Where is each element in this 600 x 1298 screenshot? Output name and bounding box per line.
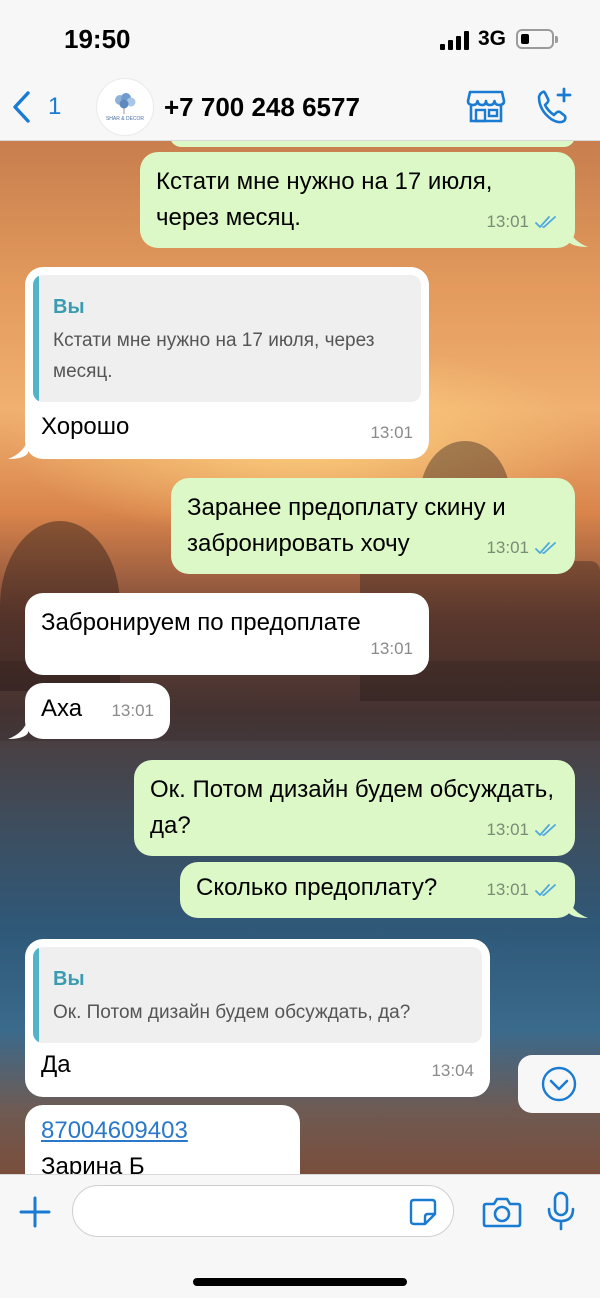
message-text: Забронируем по предоплате xyxy=(41,609,361,636)
store-icon[interactable] xyxy=(466,88,506,124)
chevron-left-icon xyxy=(13,91,30,123)
message-meta: 13:01 xyxy=(486,812,559,848)
double-check-icon xyxy=(535,542,556,554)
message-bubble-outgoing[interactable]: Заранее предоплату скину и забронировать… xyxy=(171,478,575,574)
contact-text: Зарина Б xyxy=(41,1153,145,1174)
message-content: 87004609403 Зарина Б xyxy=(41,1113,284,1174)
message-meta: 13:01 xyxy=(111,693,154,729)
message-time: 13:01 xyxy=(486,880,529,899)
double-check-icon xyxy=(535,216,556,228)
sticker-icon[interactable] xyxy=(408,1197,438,1227)
message-bubble-outgoing[interactable]: Кстати мне нужно на 17 июля, через месяц… xyxy=(140,152,575,248)
quote-bar xyxy=(33,275,39,402)
network-type: 3G xyxy=(478,27,507,50)
status-time: 19:50 xyxy=(64,24,131,54)
contact-name[interactable]: +7 700 248 6577 xyxy=(164,92,360,123)
message-time: 13:01 xyxy=(486,538,529,557)
message-time: 13:04 xyxy=(431,1061,474,1080)
bubble-tail xyxy=(8,439,28,459)
message-bubble-outgoing[interactable]: Сколько предоплату? 13:01 xyxy=(180,862,575,918)
quote-author: Вы xyxy=(53,296,85,318)
scroll-to-bottom-button[interactable] xyxy=(518,1055,600,1113)
avatar[interactable]: SHAR & DECOR xyxy=(96,78,154,136)
back-button[interactable]: 1 xyxy=(10,90,61,124)
plus-icon[interactable] xyxy=(18,1195,52,1229)
unread-count: 1 xyxy=(48,93,62,120)
message-bubble-incoming[interactable]: Забронируем по предоплате 13:01 xyxy=(25,593,429,675)
camera-icon[interactable] xyxy=(482,1195,522,1229)
battery-icon xyxy=(516,29,558,49)
message-bubble-incoming[interactable]: Аха 13:01 xyxy=(25,683,170,739)
bubble-tail xyxy=(8,719,28,739)
message-bubble-incoming[interactable]: Вы Кстати мне нужно на 17 июля, через ме… xyxy=(25,267,429,459)
message-bubble-incoming[interactable]: 87004609403 Зарина Б xyxy=(25,1105,300,1174)
message-time: 13:01 xyxy=(370,639,413,658)
phone-link[interactable]: 87004609403 xyxy=(41,1113,284,1149)
home-indicator xyxy=(193,1278,407,1286)
message-time: 13:01 xyxy=(111,701,154,720)
status-bar: 19:50 3G xyxy=(0,0,600,78)
quoted-message[interactable]: Вы Кстати мне нужно на 17 июля, через ме… xyxy=(33,275,421,402)
quote-author: Вы xyxy=(53,968,85,990)
message-meta: 13:01 xyxy=(370,631,413,667)
message-meta: 13:01 xyxy=(486,872,559,908)
message-time: 13:01 xyxy=(486,212,529,231)
message-meta: 13:04 xyxy=(431,1053,474,1089)
signal-strength-icon xyxy=(440,30,470,50)
message-text: Хорошо xyxy=(41,413,130,440)
bubble-tail xyxy=(568,227,588,247)
avatar-text: SHAR & DECOR xyxy=(105,115,145,122)
message-bubble-outgoing[interactable]: Ок. Потом дизайн будем обсуждать, да? 13… xyxy=(134,760,575,856)
message-meta: 13:01 xyxy=(370,415,413,451)
balloons-logo-icon xyxy=(115,92,136,114)
double-check-icon xyxy=(535,824,556,836)
message-time: 13:01 xyxy=(486,820,529,839)
quote-text: Ок. Потом дизайн будем обсуждать, да? xyxy=(53,1002,411,1023)
message-input[interactable] xyxy=(72,1185,454,1237)
chat-header: 1 SHAR & DECOR +7 700 248 6577 xyxy=(0,78,600,141)
quote-text: Кстати мне нужно на 17 июля, через месяц… xyxy=(53,330,375,382)
message-text: Да xyxy=(41,1051,71,1078)
add-call-icon[interactable] xyxy=(534,86,574,126)
bubble-tail xyxy=(568,898,588,918)
message-meta: 13:01 xyxy=(486,204,559,240)
chat-background[interactable]: Кстати мне нужно на 17 июля, через месяц… xyxy=(0,141,600,1174)
double-check-icon xyxy=(535,884,556,896)
quoted-message[interactable]: Вы Ок. Потом дизайн будем обсуждать, да? xyxy=(33,947,482,1043)
quote-bar xyxy=(33,947,39,1043)
chevron-down-icon xyxy=(541,1066,577,1102)
message-time: 13:01 xyxy=(370,423,413,442)
message-bubble-outgoing[interactable] xyxy=(170,141,575,147)
message-bubble-incoming[interactable]: Вы Ок. Потом дизайн будем обсуждать, да?… xyxy=(25,939,490,1097)
microphone-icon[interactable] xyxy=(546,1191,576,1231)
message-meta: 13:01 xyxy=(486,530,559,566)
composer-bar xyxy=(0,1174,600,1298)
